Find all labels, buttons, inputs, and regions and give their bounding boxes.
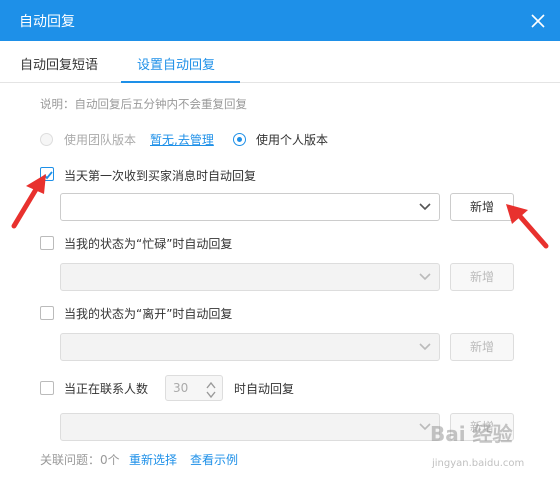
- baidu-watermark: Bai 经验: [430, 422, 513, 446]
- manage-link[interactable]: 暂无,去管理: [150, 131, 214, 148]
- chevron-down-icon: [419, 343, 431, 351]
- contact-count-stepper[interactable]: 30: [165, 375, 223, 401]
- stepper-up-icon[interactable]: [204, 379, 218, 389]
- tab-bar: 自动回复短语 设置自动回复: [0, 41, 560, 83]
- rule2-label: 当我的状态为“忙碌”时自动回复: [64, 237, 233, 251]
- window-title: 自动回复: [19, 14, 75, 30]
- personal-version-label: 使用个人版本: [256, 133, 329, 147]
- check-icon: [43, 171, 53, 180]
- team-version-radio[interactable]: [40, 133, 53, 146]
- active-tab-indicator: [121, 81, 240, 83]
- rule4-label-prefix: 当正在联系人数: [64, 382, 149, 396]
- rule3-add-button[interactable]: 新增: [450, 333, 514, 361]
- close-icon[interactable]: [526, 9, 550, 33]
- chevron-down-icon: [419, 273, 431, 281]
- chevron-down-icon: [419, 203, 431, 211]
- reselect-link[interactable]: 重新选择: [129, 451, 177, 468]
- rule3-checkbox[interactable]: [40, 306, 54, 320]
- baidu-watermark-url: jingyan.baidu.com: [432, 458, 525, 469]
- description-note: 说明：自动回复后五分钟内不会重复回复: [40, 97, 247, 111]
- related-questions-label: 关联问题：0个: [40, 453, 120, 467]
- tab-auto-reply-phrases[interactable]: 自动回复短语: [20, 54, 98, 73]
- rule2-checkbox[interactable]: [40, 236, 54, 250]
- view-example-link[interactable]: 查看示例: [190, 451, 238, 468]
- rule2-add-button[interactable]: 新增: [450, 263, 514, 291]
- stepper-down-icon[interactable]: [204, 389, 218, 399]
- rule2-reply-select[interactable]: [60, 263, 440, 291]
- rule1-reply-select[interactable]: [60, 193, 440, 221]
- contact-count-value: 30: [173, 381, 189, 395]
- rule1-add-button[interactable]: 新增: [450, 193, 514, 221]
- rule1-label: 当天第一次收到买家消息时自动回复: [64, 169, 257, 183]
- annotation-arrow-left: [11, 174, 46, 229]
- rule4-checkbox[interactable]: [40, 381, 54, 395]
- rule3-reply-select[interactable]: [60, 333, 440, 361]
- rule1-checkbox[interactable]: [40, 167, 54, 181]
- personal-version-radio[interactable]: [233, 133, 246, 146]
- rule4-label-suffix: 时自动回复: [234, 382, 295, 396]
- title-bar: 自动回复: [0, 0, 560, 41]
- team-version-label: 使用团队版本: [64, 133, 137, 147]
- rule4-reply-select[interactable]: [60, 413, 440, 441]
- tab-auto-reply-settings[interactable]: 设置自动回复: [137, 54, 215, 73]
- rule3-label: 当我的状态为“离开”时自动回复: [64, 307, 233, 321]
